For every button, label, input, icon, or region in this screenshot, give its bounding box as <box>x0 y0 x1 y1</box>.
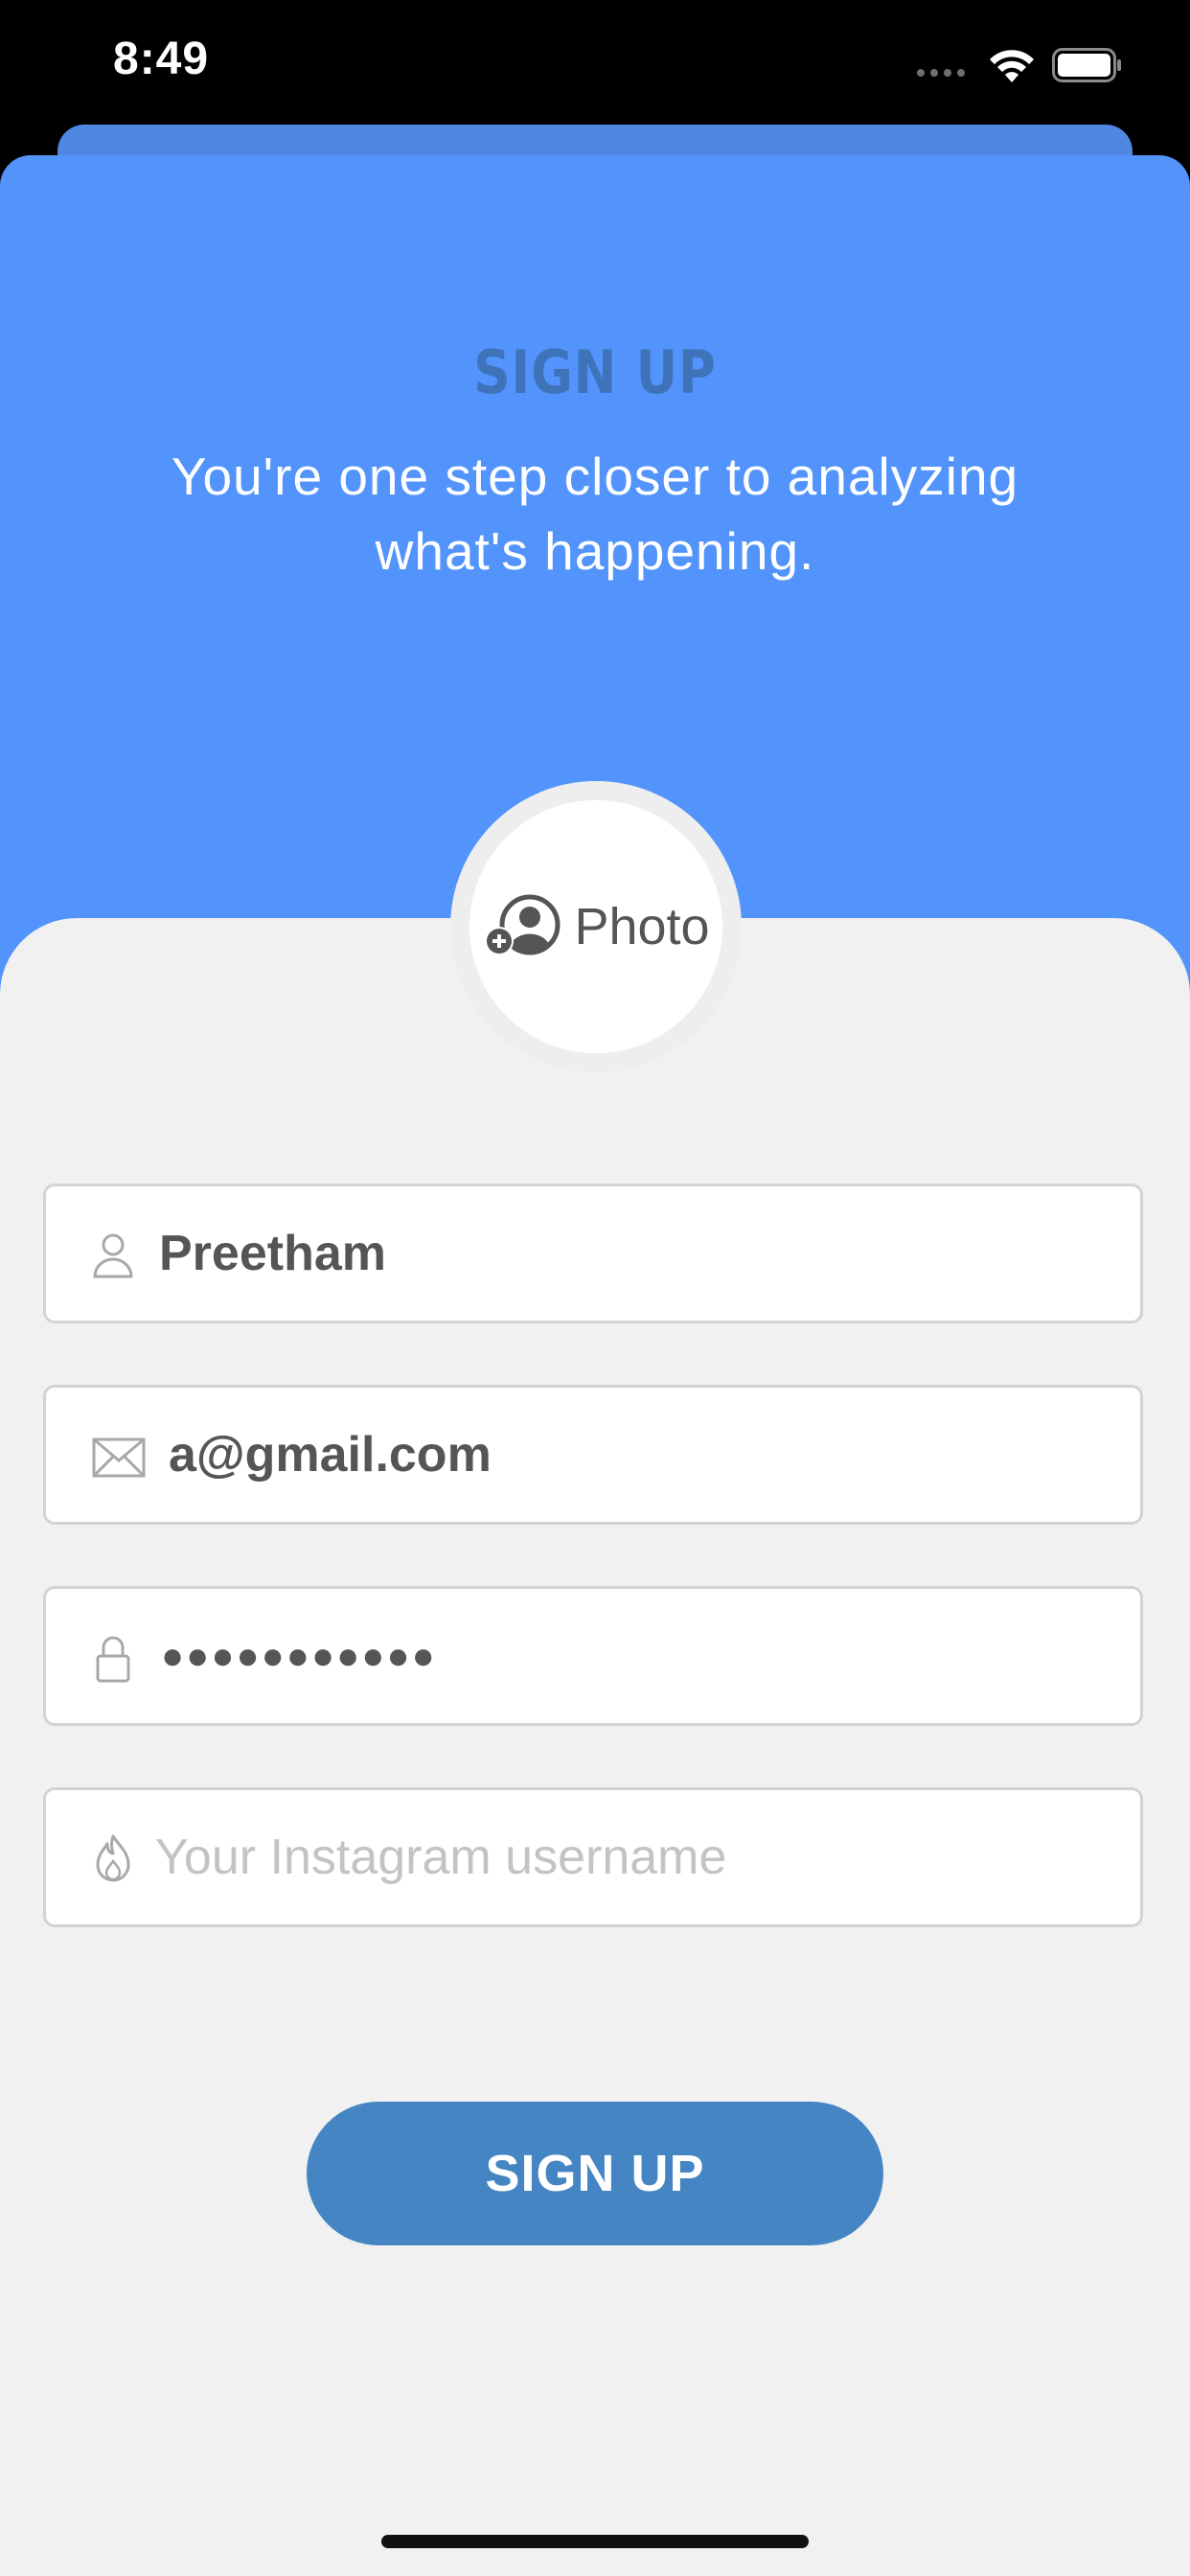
lock-icon <box>96 1636 130 1683</box>
password-value: ●●●●●●●●●●● <box>161 1635 437 1677</box>
person-icon <box>93 1233 133 1278</box>
home-indicator[interactable] <box>381 2535 809 2548</box>
email-value: a@gmail.com <box>169 1427 492 1483</box>
battery-icon <box>1052 48 1121 82</box>
name-value: Preetham <box>159 1226 386 1281</box>
photo-picker-button[interactable]: Photo <box>469 800 722 1053</box>
add-user-photo-icon <box>485 894 561 955</box>
password-field[interactable]: ●●●●●●●●●●● <box>43 1586 1143 1726</box>
flame-icon <box>96 1834 130 1882</box>
sign-up-button[interactable]: SIGN UP <box>307 2102 883 2245</box>
email-field[interactable]: a@gmail.com <box>43 1385 1143 1525</box>
instagram-input[interactable] <box>155 1790 1113 1924</box>
page-subtitle: You're one step closer to analyzing what… <box>171 447 1019 581</box>
instagram-field[interactable] <box>43 1787 1143 1927</box>
envelope-icon <box>92 1438 146 1478</box>
wifi-icon <box>990 50 1034 82</box>
name-field[interactable]: Preetham <box>43 1184 1143 1323</box>
cellular-signal-icon <box>917 69 965 77</box>
page-title: SIGN UP <box>473 337 717 407</box>
form-panel <box>0 918 1190 2576</box>
photo-label: Photo <box>574 898 710 955</box>
status-bar: 8:49 <box>0 0 1190 134</box>
status-time: 8:49 <box>113 34 210 84</box>
